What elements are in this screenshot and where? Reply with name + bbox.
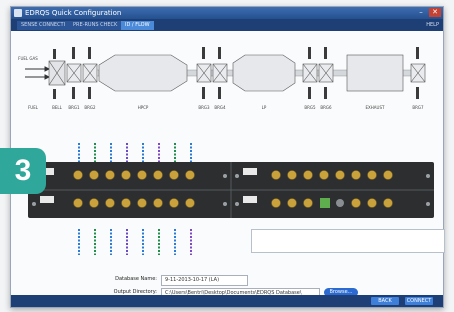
engine-flow-diagram: FUEL GAS FUEL BELL BRG1 BRG2 HPCP BRG3 B… <box>11 31 443 131</box>
hpcp-label: HPCP <box>137 105 149 110</box>
database-name-input[interactable]: 9-11-2013-10-17 (LA) <box>161 275 248 286</box>
exhaust-label: EXHAUST <box>365 105 385 110</box>
app-window: EDRQS Quick Configuration – ✕ SENSE CONN… <box>10 6 445 308</box>
hp-compressor <box>98 54 188 92</box>
status-indicator-green <box>320 198 330 208</box>
tab-pre-run-check[interactable]: PRE-RUNS CHECK <box>69 21 122 30</box>
brg7-label: BRG7 <box>412 105 424 110</box>
fuel-gas-label: FUEL GAS <box>18 56 38 61</box>
tab-bar: SENSE CONNECTI PRE-RUNS CHECK ID / FLOW … <box>11 19 443 31</box>
lp-turbine <box>232 54 296 92</box>
brg2-label: BRG2 <box>84 105 96 110</box>
daq-rack <box>28 162 434 218</box>
back-button[interactable]: BACK <box>371 297 399 305</box>
section-number-badge: 3 <box>0 148 46 194</box>
window-title: EDRQS Quick Configuration <box>25 9 122 17</box>
bottom-bar: BACK CONNECT <box>11 295 443 307</box>
engine-diagram-svg <box>25 47 426 99</box>
exhaust-block <box>346 54 404 92</box>
connect-button[interactable]: CONNECT <box>405 297 433 305</box>
aux-port <box>336 199 344 207</box>
bearing-group-4 <box>410 63 426 83</box>
inlet-arrows <box>25 66 51 80</box>
brg4-label: BRG4 <box>214 105 226 110</box>
close-icon[interactable]: ✕ <box>429 8 441 17</box>
tab-id-flow[interactable]: ID / FLOW <box>121 21 154 30</box>
channel-mapping-box[interactable] <box>251 229 445 253</box>
database-name-label: Database Name: <box>115 276 157 282</box>
title-bar: EDRQS Quick Configuration – ✕ <box>11 7 443 19</box>
bearing-group-1 <box>66 63 98 83</box>
lp-label: LP <box>261 105 267 110</box>
help-link[interactable]: HELP <box>426 22 439 28</box>
brg6-label: BRG6 <box>320 105 332 110</box>
app-icon <box>14 9 22 17</box>
tab-sensor-connections[interactable]: SENSE CONNECTI <box>17 21 70 30</box>
minimize-icon[interactable]: – <box>415 8 427 17</box>
